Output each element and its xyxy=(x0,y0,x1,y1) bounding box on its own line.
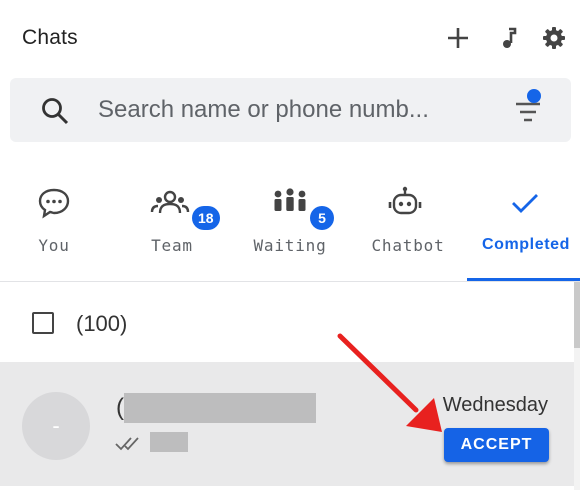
accept-button[interactable]: ACCEPT xyxy=(444,428,549,462)
search-bar xyxy=(10,78,571,142)
page-title: Chats xyxy=(22,26,78,49)
redacted-message-preview xyxy=(150,432,188,452)
tab-waiting[interactable]: 5 Waiting xyxy=(232,178,350,282)
tab-label-completed: Completed xyxy=(481,236,571,253)
waiting-count-badge: 5 xyxy=(310,206,334,230)
gear-icon[interactable] xyxy=(540,24,568,52)
contact-name-prefix: ( xyxy=(116,394,124,421)
tab-completed[interactable]: Completed xyxy=(466,178,580,282)
check-icon xyxy=(508,186,542,220)
search-icon xyxy=(40,96,70,126)
select-all-checkbox[interactable] xyxy=(32,312,54,334)
avatar: - xyxy=(22,392,90,460)
tab-team[interactable]: 18 Team xyxy=(112,178,230,282)
double-check-icon xyxy=(114,434,146,452)
plus-icon[interactable] xyxy=(444,24,472,52)
chat-list-item[interactable]: - ( Wednesday ACCEPT xyxy=(0,362,574,486)
team-icon xyxy=(150,186,190,220)
tab-you[interactable]: You xyxy=(0,178,110,282)
tab-label-you: You xyxy=(38,236,70,255)
team-count-badge: 18 xyxy=(192,206,220,230)
filter-active-dot xyxy=(527,89,541,103)
scrollbar-thumb[interactable] xyxy=(574,282,580,348)
chat-bubble-icon xyxy=(36,186,72,220)
tab-chatbot[interactable]: Chatbot xyxy=(352,178,464,282)
tab-label-waiting: Waiting xyxy=(253,236,327,255)
chat-timestamp: Wednesday xyxy=(442,394,548,416)
conversation-count: (100) xyxy=(76,311,128,336)
music-note-icon[interactable] xyxy=(494,24,522,52)
select-all-row: (100) xyxy=(0,282,580,362)
search-input[interactable] xyxy=(98,90,478,130)
people-waiting-icon xyxy=(270,186,310,220)
header: Chats xyxy=(0,0,580,74)
chat-tabs: You 18 Team 5 Waiting Chatbot Completed xyxy=(0,178,580,282)
tab-label-chatbot: Chatbot xyxy=(371,236,445,255)
active-tab-indicator xyxy=(467,278,580,281)
tab-label-team: Team xyxy=(151,236,193,255)
redacted-contact-name xyxy=(124,393,316,423)
robot-icon xyxy=(388,186,422,220)
